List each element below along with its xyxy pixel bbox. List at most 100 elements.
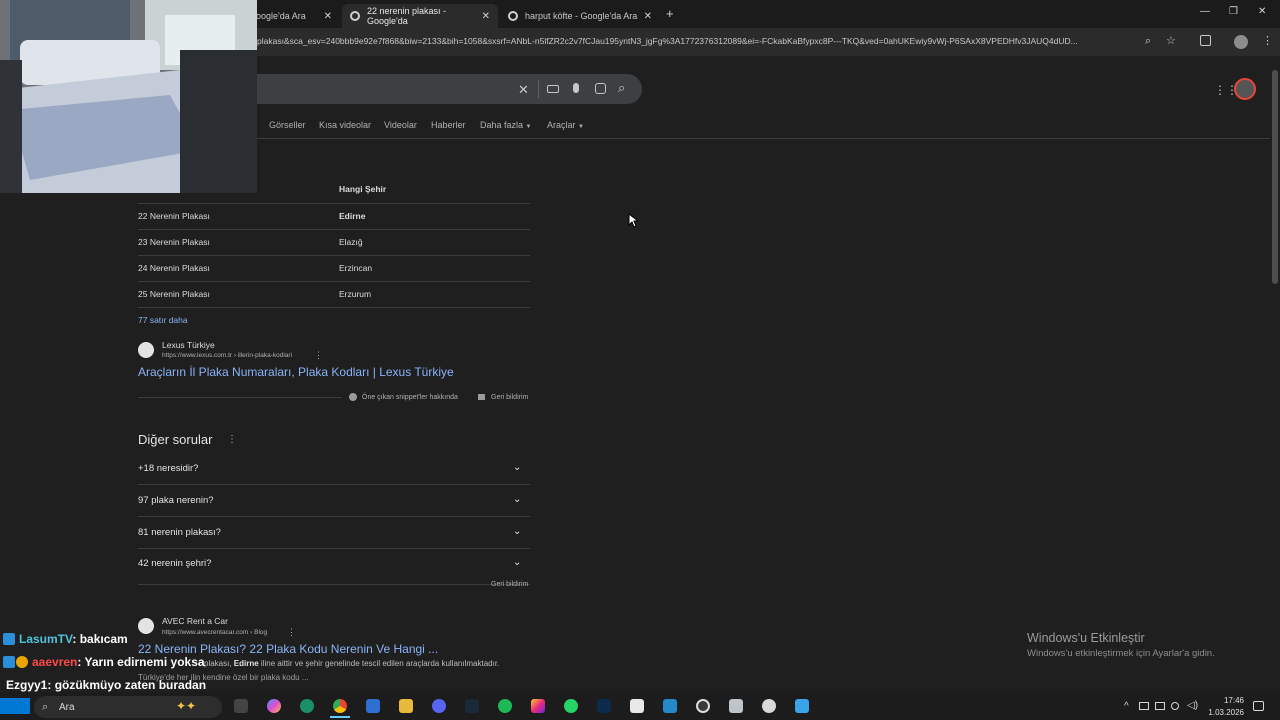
result-url[interactable]: https://www.avecrentacar.com › Blog bbox=[162, 629, 267, 636]
scrollbar-thumb[interactable] bbox=[1272, 70, 1278, 284]
obs-icon[interactable] bbox=[696, 699, 710, 713]
microphone-icon[interactable] bbox=[573, 83, 579, 93]
vscode-icon[interactable] bbox=[663, 699, 677, 713]
menu-icon[interactable]: ⋮ bbox=[1262, 34, 1273, 47]
more-rows-link[interactable]: 77 satır daha bbox=[138, 315, 188, 325]
tab-2[interactable]: 22 nerenin plakası - Google'da ✕ bbox=[342, 4, 498, 28]
window-close-icon[interactable]: ✕ bbox=[1258, 6, 1266, 17]
result-url[interactable]: https://www.lexus.com.tr › illerin-plaka… bbox=[162, 352, 292, 359]
minimize-icon[interactable]: — bbox=[1200, 6, 1210, 17]
clear-icon[interactable]: ✕ bbox=[518, 82, 529, 98]
file-explorer-icon[interactable] bbox=[399, 699, 413, 713]
tab-3[interactable]: harput köfte - Google'da Ara ✕ bbox=[500, 4, 660, 28]
nav-news[interactable]: Haberler bbox=[431, 120, 466, 130]
search-icon: ⌕ bbox=[42, 701, 49, 713]
search-icon[interactable]: ⌕ bbox=[618, 80, 625, 96]
tray-icon[interactable] bbox=[1155, 702, 1165, 710]
result-title-link[interactable]: 22 Nerenin Plakası? 22 Plaka Kodu Nereni… bbox=[138, 642, 438, 656]
nav-more-label: Daha fazla bbox=[480, 120, 524, 130]
chat-badge-icon bbox=[3, 633, 15, 645]
clock-time[interactable]: 17:46 bbox=[1208, 696, 1244, 705]
copilot-icon[interactable] bbox=[267, 699, 281, 713]
about-snippets-link[interactable]: Öne çıkan snippet'ler hakkında bbox=[362, 394, 458, 401]
chat-text: : Yarın edirnemi yoksa bbox=[77, 655, 205, 669]
close-icon[interactable]: ✕ bbox=[482, 11, 490, 22]
nav-tools[interactable]: Araçlar ▼ bbox=[547, 120, 584, 130]
divider bbox=[138, 548, 530, 549]
question-text: +18 neresidir? bbox=[138, 463, 199, 474]
question-item[interactable]: 42 nerenin şehri? ⌄ bbox=[138, 551, 530, 579]
feedback-link[interactable]: Geri bildirim bbox=[491, 394, 528, 401]
whatsapp-icon[interactable] bbox=[564, 699, 578, 713]
mouse-cursor-icon bbox=[628, 213, 638, 228]
spotify-icon[interactable] bbox=[498, 699, 512, 713]
nav-videos[interactable]: Videolar bbox=[384, 120, 417, 130]
app-icon[interactable] bbox=[762, 699, 776, 713]
discord-icon[interactable] bbox=[432, 699, 446, 713]
url-field[interactable]: plakası&sca_esv=240bbb9e92e7f868&biw=213… bbox=[257, 36, 1137, 46]
new-tab-icon[interactable]: + bbox=[666, 6, 674, 21]
taskbar-search-label: Ara bbox=[59, 702, 75, 713]
profile-avatar[interactable] bbox=[1234, 35, 1248, 49]
volume-icon[interactable]: ◁) bbox=[1187, 700, 1198, 711]
instagram-icon[interactable] bbox=[531, 699, 545, 713]
keyboard-icon[interactable] bbox=[547, 85, 559, 93]
close-icon[interactable]: ✕ bbox=[324, 11, 332, 22]
notification-icon[interactable] bbox=[1253, 701, 1264, 711]
task-view-icon[interactable] bbox=[234, 699, 248, 713]
result-title-link[interactable]: Araçların İl Plaka Numaraları, Plaka Kod… bbox=[138, 365, 454, 379]
more-options-icon[interactable]: ⋮ bbox=[314, 350, 323, 361]
chevron-down-icon: ⌄ bbox=[513, 462, 522, 473]
divider bbox=[138, 307, 530, 308]
question-item[interactable]: +18 neresidir? ⌄ bbox=[138, 456, 530, 484]
chevron-down-icon: ⌄ bbox=[513, 494, 522, 505]
nav-short-videos[interactable]: Kısa videolar bbox=[319, 120, 371, 130]
section-title: Diğer sorular bbox=[138, 432, 213, 447]
outlook-icon[interactable] bbox=[366, 699, 380, 713]
activation-watermark-subtitle: Windows'u etkinleştirmek için Ayarlar'a … bbox=[1027, 648, 1215, 659]
tab-1[interactable]: oogle'da Ara ✕ bbox=[248, 4, 340, 28]
bookmark-star-icon[interactable]: ☆ bbox=[1166, 34, 1176, 47]
nav-images[interactable]: Görseller bbox=[269, 120, 306, 130]
question-item[interactable]: 81 nerenin plakası? ⌄ bbox=[138, 520, 530, 548]
chat-user: aaevren bbox=[32, 655, 78, 669]
chat-badge-icon bbox=[16, 656, 28, 668]
chrome-icon[interactable] bbox=[333, 699, 347, 713]
tray-icon[interactable] bbox=[1139, 702, 1149, 710]
lens-icon[interactable] bbox=[595, 83, 606, 94]
notepad-icon[interactable] bbox=[630, 699, 644, 713]
network-icon[interactable] bbox=[1171, 702, 1179, 710]
steam-icon[interactable] bbox=[465, 699, 479, 713]
tab-label: 22 nerenin plakası - Google'da bbox=[367, 6, 447, 26]
edge-icon[interactable] bbox=[300, 699, 314, 713]
activation-watermark-title: Windows'u Etkinleştir bbox=[1027, 631, 1145, 645]
table-cell-plate: 24 Nerenin Plakası bbox=[138, 263, 210, 273]
table-cell-plate: 25 Nerenin Plakası bbox=[138, 289, 210, 299]
chevron-down-icon: ⌄ bbox=[513, 557, 522, 568]
zoom-icon[interactable]: ⌕ bbox=[1145, 35, 1151, 48]
more-options-icon[interactable]: ⋮ bbox=[287, 627, 296, 638]
divider bbox=[138, 255, 530, 256]
feedback-link[interactable]: Geri bildirim bbox=[491, 581, 528, 588]
restore-icon[interactable]: ❐ bbox=[1229, 6, 1238, 17]
divider bbox=[138, 584, 530, 585]
start-button[interactable] bbox=[0, 698, 30, 714]
chat-user: Ezgyy1 bbox=[6, 678, 48, 692]
chat-text: : bakıcam bbox=[72, 632, 128, 646]
app-icon[interactable] bbox=[795, 699, 809, 713]
more-options-icon[interactable]: ⋮ bbox=[227, 434, 237, 445]
sparkle-icon: ✦✦ bbox=[176, 699, 197, 713]
divider bbox=[138, 203, 530, 204]
app-icon[interactable] bbox=[597, 699, 611, 713]
extensions-icon[interactable] bbox=[1200, 35, 1211, 46]
divider bbox=[138, 281, 530, 282]
tab-label: harput köfte - Google'da Ara bbox=[525, 11, 638, 21]
close-icon[interactable]: ✕ bbox=[644, 11, 652, 22]
tray-chevron-icon[interactable]: ^ bbox=[1124, 701, 1129, 712]
question-item[interactable]: 97 plaka nerenin? ⌄ bbox=[138, 488, 530, 516]
chat-message: Ezgyy1: gözükmüyo zaten buradan bbox=[6, 678, 206, 692]
app-icon[interactable] bbox=[729, 699, 743, 713]
nav-more[interactable]: Daha fazla ▼ bbox=[480, 120, 532, 130]
account-avatar[interactable] bbox=[1234, 78, 1256, 100]
clock-date[interactable]: 1.03.2026 bbox=[1200, 708, 1244, 717]
